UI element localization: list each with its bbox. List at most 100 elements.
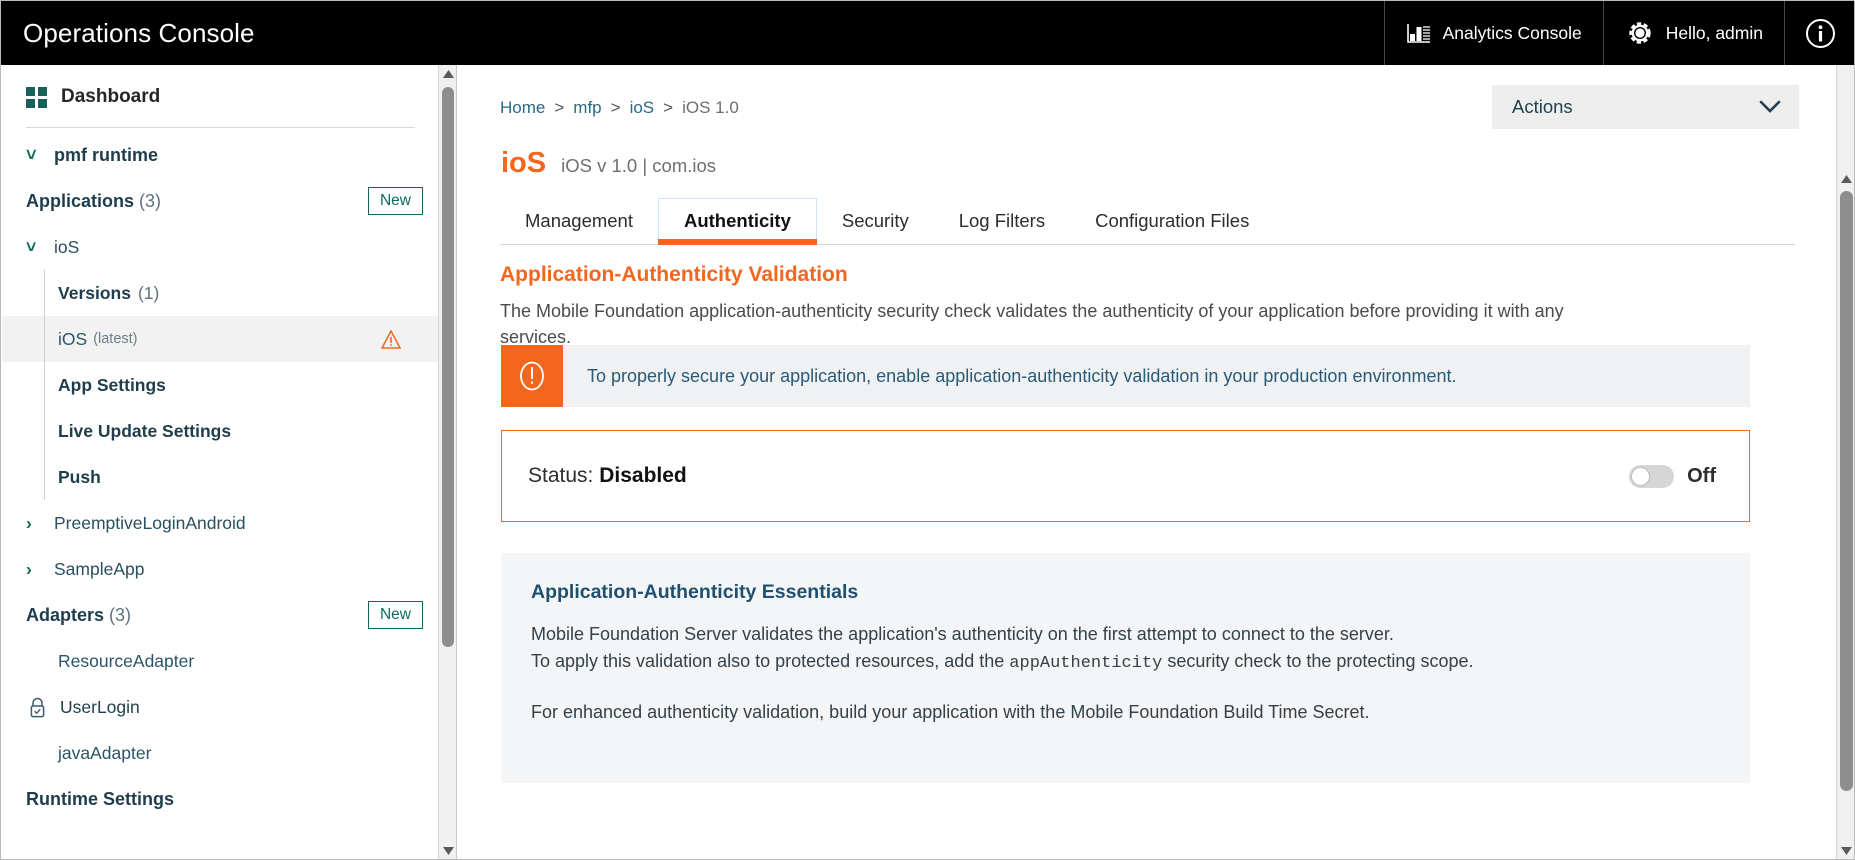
- breadcrumb-separator: >: [554, 98, 564, 118]
- breadcrumb-mfp[interactable]: mfp: [573, 98, 601, 118]
- applications-count: (3): [139, 191, 161, 211]
- sidebar-item-pmf-runtime[interactable]: ˅ pmf runtime: [2, 132, 439, 178]
- chevron-right-icon: ›: [26, 559, 42, 580]
- breadcrumb-current: iOS 1.0: [682, 98, 739, 118]
- chevron-down-icon: ˅: [26, 237, 42, 258]
- page-subtitle: iOS v 1.0 | com.ios: [561, 155, 716, 177]
- authenticity-toggle-switch[interactable]: [1629, 465, 1674, 488]
- user-menu-button[interactable]: Hello, admin: [1603, 1, 1784, 65]
- sidebar-item-user-login-label: UserLogin: [60, 697, 140, 718]
- sidebar-item-dashboard[interactable]: Dashboard: [2, 71, 439, 123]
- status-text: Status: Disabled: [528, 464, 687, 488]
- chevron-right-icon: ›: [26, 513, 42, 534]
- adapters-heading: Adapters (3): [26, 605, 131, 626]
- breadcrumb: Home > mfp > ioS > iOS 1.0: [500, 98, 739, 118]
- main-inner: Home > mfp > ioS > iOS 1.0 Actions ioS i…: [458, 65, 1836, 860]
- adapters-label: Adapters: [26, 605, 104, 625]
- sidebar-item-app-settings[interactable]: App Settings: [2, 362, 439, 408]
- version-item-note: (latest): [93, 331, 137, 347]
- gear-icon: [1625, 18, 1655, 48]
- sidebar-item-sample-app[interactable]: › SampleApp: [2, 546, 439, 592]
- sidebar-item-java-adapter[interactable]: javaAdapter: [2, 730, 439, 776]
- authenticity-status-panel: Status: Disabled Off: [501, 430, 1750, 522]
- essentials-line-2-after: security check to the protecting scope.: [1162, 651, 1473, 671]
- sidebar-section-applications: Applications (3) New: [2, 178, 439, 224]
- breadcrumb-home[interactable]: Home: [500, 98, 545, 118]
- essentials-title: Application-Authenticity Essentials: [531, 581, 1720, 604]
- sidebar-item-push[interactable]: Push: [2, 454, 439, 500]
- sidebar-item-preemptive-login-android-label: PreemptiveLoginAndroid: [54, 513, 246, 534]
- new-application-button[interactable]: New: [368, 187, 423, 215]
- tab-management[interactable]: Management: [500, 199, 658, 244]
- tab-bar: Management Authenticity Security Log Fil…: [500, 197, 1795, 245]
- sidebar-item-sample-app-label: SampleApp: [54, 559, 144, 580]
- analytics-console-label: Analytics Console: [1443, 23, 1582, 44]
- warning-notice-text: To properly secure your application, ena…: [563, 345, 1457, 407]
- sidebar-item-version-ios-latest[interactable]: iOS (latest): [2, 316, 439, 362]
- lock-icon: [26, 697, 48, 718]
- versions-label: Versions: [58, 283, 131, 304]
- main-scroll-down-icon[interactable]: [1837, 841, 1855, 860]
- version-item-label: iOS: [58, 329, 87, 350]
- breadcrumb-ios[interactable]: ioS: [630, 98, 655, 118]
- sidebar-item-live-update-settings[interactable]: Live Update Settings: [2, 408, 439, 454]
- page-title: ioS: [501, 147, 546, 180]
- applications-heading: Applications (3): [26, 191, 161, 212]
- main-scrollbar-thumb[interactable]: [1840, 191, 1853, 791]
- sidebar-item-preemptive-login-android[interactable]: › PreemptiveLoginAndroid: [2, 500, 439, 546]
- sidebar-section-runtime-settings[interactable]: Runtime Settings: [2, 776, 439, 822]
- user-menu-label: Hello, admin: [1666, 23, 1763, 44]
- status-prefix: Status:: [528, 464, 593, 487]
- sidebar-item-versions[interactable]: Versions (1): [2, 270, 439, 316]
- sidebar-scrollbar-thumb[interactable]: [442, 87, 454, 647]
- warning-exclamation-icon: [501, 345, 563, 407]
- analytics-console-button[interactable]: Analytics Console: [1384, 1, 1603, 65]
- warning-triangle-icon: [381, 330, 401, 349]
- essentials-security-check-code: appAuthenticity: [1009, 654, 1162, 673]
- sidebar-item-pmf-runtime-label: pmf runtime: [54, 145, 158, 166]
- toggle-state-label: Off: [1687, 465, 1716, 488]
- essentials-spacer: [531, 677, 1720, 699]
- sidebar-item-app-ios-label: ioS: [54, 237, 79, 258]
- toggle-knob: [1631, 467, 1650, 486]
- section-description: The Mobile Foundation application-authen…: [500, 298, 1630, 350]
- bar-chart-icon: [1406, 21, 1432, 45]
- tab-configuration-files[interactable]: Configuration Files: [1070, 199, 1274, 244]
- sidebar: Dashboard ˅ pmf runtime Applications (3)…: [2, 65, 457, 860]
- essentials-line-2: To apply this validation also to protect…: [531, 648, 1720, 677]
- authenticity-toggle-group[interactable]: Off: [1629, 465, 1716, 488]
- operations-console-window: Operations Console: [0, 0, 1855, 860]
- applications-label: Applications: [26, 191, 134, 211]
- chevron-down-icon: [1759, 100, 1781, 114]
- sidebar-scroll-content: Dashboard ˅ pmf runtime Applications (3)…: [2, 65, 439, 860]
- breadcrumb-separator: >: [663, 98, 673, 118]
- main-scroll-up-icon[interactable]: [1837, 169, 1855, 188]
- top-header: Operations Console: [1, 1, 1855, 65]
- tab-authenticity[interactable]: Authenticity: [658, 198, 817, 244]
- info-icon: [1805, 18, 1836, 49]
- tab-security[interactable]: Security: [817, 199, 934, 244]
- sidebar-item-user-login[interactable]: UserLogin: [2, 684, 439, 730]
- actions-dropdown[interactable]: Actions: [1492, 85, 1799, 129]
- sidebar-item-dashboard-label: Dashboard: [61, 86, 160, 108]
- essentials-line-3: For enhanced authenticity validation, bu…: [531, 699, 1720, 726]
- sidebar-item-resource-adapter[interactable]: ResourceAdapter: [2, 638, 439, 684]
- sidebar-scroll-down-icon[interactable]: [439, 842, 457, 860]
- sidebar-section-adapters: Adapters (3) New: [2, 592, 439, 638]
- essentials-line-2-before: To apply this validation also to protect…: [531, 651, 1009, 671]
- info-button[interactable]: [1784, 1, 1855, 65]
- sidebar-scroll-up-icon[interactable]: [439, 65, 457, 83]
- sidebar-divider: [26, 127, 415, 128]
- runtime-settings-label: Runtime Settings: [26, 789, 174, 810]
- essentials-panel: Application-Authenticity Essentials Mobi…: [501, 553, 1750, 783]
- sidebar-scrollbar[interactable]: [438, 65, 456, 860]
- sidebar-item-app-ios[interactable]: ˅ ioS: [2, 224, 439, 270]
- new-adapter-button[interactable]: New: [368, 601, 423, 629]
- versions-count: (1): [138, 283, 159, 304]
- page-header: ioS iOS v 1.0 | com.ios: [501, 147, 716, 180]
- breadcrumb-separator: >: [611, 98, 621, 118]
- app-title: Operations Console: [1, 1, 1384, 65]
- tab-log-filters[interactable]: Log Filters: [934, 199, 1070, 244]
- adapters-count: (3): [109, 605, 131, 625]
- main-scrollbar[interactable]: [1836, 65, 1855, 860]
